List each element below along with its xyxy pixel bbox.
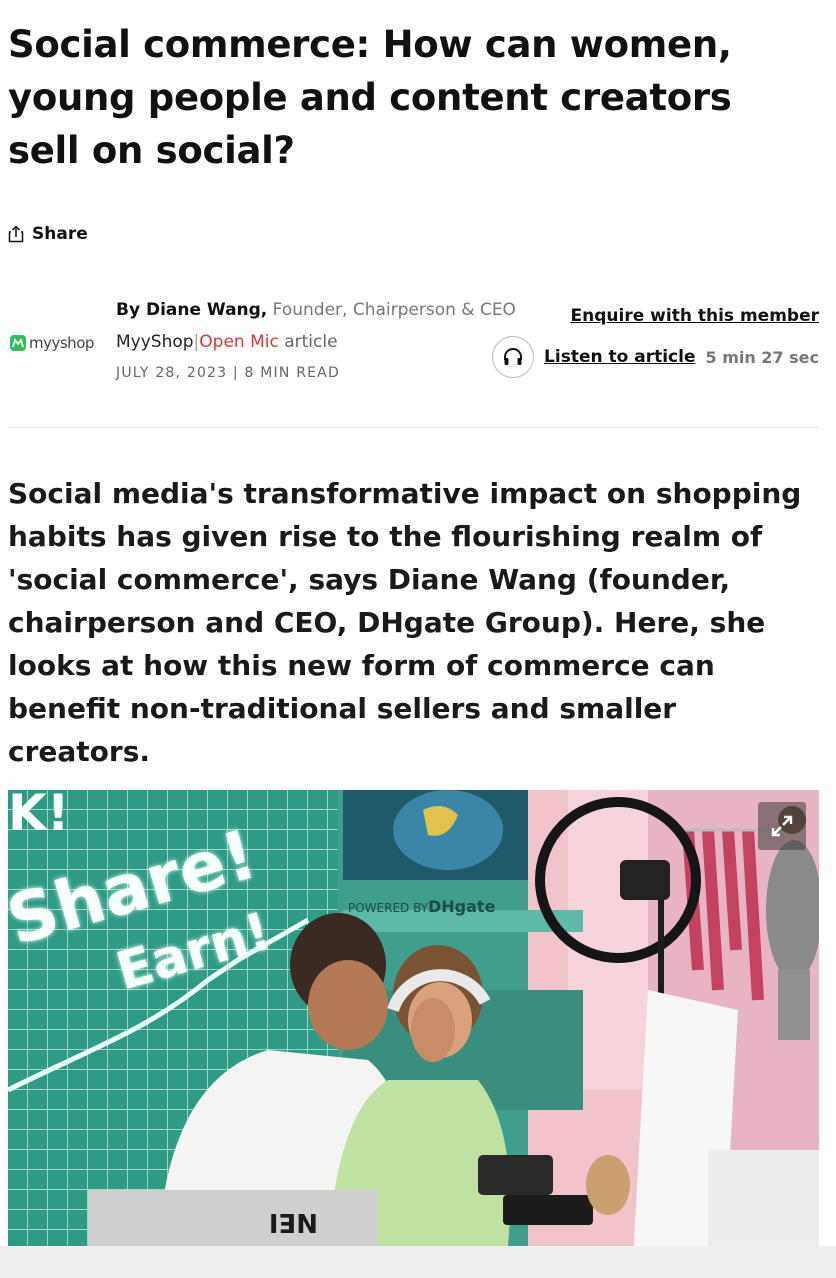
- booth-brand-text: DHgate: [428, 897, 496, 916]
- hero-photo-illustration: Share! Earn! Share! Earn! K! POWERED BY …: [8, 790, 819, 1246]
- booth-text: POWERED BY: [348, 901, 429, 915]
- article-standfirst: Social media's transformative impact on …: [8, 477, 802, 768]
- myyshop-logo-icon: [10, 335, 26, 351]
- publisher-logo[interactable]: myyshop: [10, 328, 96, 358]
- publish-date: JULY 28, 2023: [116, 365, 228, 381]
- headphones-icon: [504, 348, 523, 365]
- date-separator: |: [232, 365, 239, 381]
- enquire-link[interactable]: Enquire with this member: [571, 306, 819, 326]
- content-type: article: [284, 332, 338, 352]
- laptop-sticker-text: NEI: [269, 1207, 318, 1237]
- logo-text: myyshop: [29, 334, 94, 352]
- article-title: Social commerce: How can women, young pe…: [8, 23, 732, 172]
- section-link[interactable]: Open Mic: [199, 332, 279, 352]
- author-role: Founder, Chairperson & CEO: [272, 300, 516, 320]
- publisher-line: MyyShop|Open Mic article: [116, 332, 338, 352]
- neon-fragment-text: K!: [8, 790, 70, 842]
- author-name[interactable]: By Diane Wang,: [116, 300, 267, 320]
- hero-image[interactable]: Share! Earn! Share! Earn! K! POWERED BY …: [8, 790, 819, 1246]
- expand-icon: [771, 815, 793, 837]
- listen-row: Listen to article 5 min 27 sec: [492, 336, 819, 378]
- divider: [8, 427, 819, 428]
- share-button[interactable]: Share: [8, 224, 88, 244]
- read-time: 8 MIN READ: [244, 365, 340, 381]
- share-label: Share: [32, 224, 88, 244]
- listen-link[interactable]: Listen to article: [544, 347, 695, 367]
- expand-image-button[interactable]: [758, 802, 806, 850]
- share-icon: [8, 225, 24, 243]
- listen-duration: 5 min 27 sec: [705, 347, 819, 367]
- date-line: JULY 28, 2023 | 8 MIN READ: [116, 365, 340, 381]
- page-bottom-edge: [0, 1246, 836, 1278]
- author-line: By Diane Wang, Founder, Chairperson & CE…: [116, 300, 516, 320]
- listen-play-button[interactable]: [492, 336, 535, 378]
- publisher-name[interactable]: MyyShop: [116, 332, 194, 352]
